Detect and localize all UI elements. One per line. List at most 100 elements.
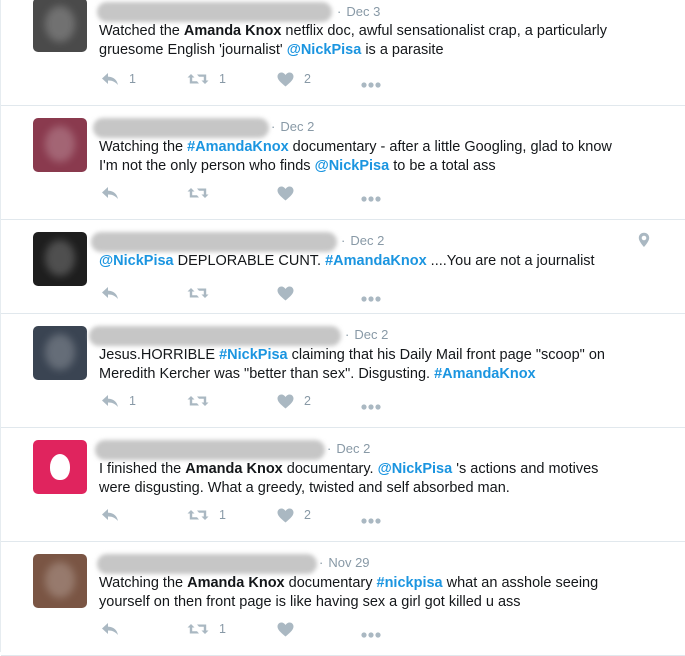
- more-button[interactable]: [361, 398, 381, 416]
- heart-icon: [277, 286, 294, 301]
- like-button[interactable]: [277, 184, 294, 202]
- tweet-text-segment: documentary - after a little Googling, g…: [288, 139, 612, 155]
- heart-icon: [277, 72, 294, 87]
- avatar[interactable]: [33, 440, 87, 494]
- date-text: Nov 29: [328, 555, 370, 570]
- author-name-redacted: [97, 554, 317, 574]
- replies-count: 1: [129, 394, 136, 408]
- tweet-text-segment: to be a total ass: [389, 158, 496, 174]
- tweet-text: Watching the Amanda Knox documentary #ni…: [99, 574, 659, 612]
- retweet-icon: [187, 508, 209, 522]
- more-button[interactable]: [361, 626, 381, 644]
- tweet-timestamp[interactable]: · Dec 3: [337, 4, 380, 19]
- tweet-actions: 1 1 2: [99, 70, 429, 88]
- tweet-link[interactable]: #AmandaKnox: [325, 253, 427, 269]
- author-name-redacted: [91, 232, 337, 252]
- author-name-redacted: [95, 440, 325, 460]
- tweet[interactable]: · Dec 2 Watching the #AmandaKnox documenta…: [1, 106, 685, 220]
- tweet[interactable]: · Dec 2 Jesus.HORRIBLE #NickPisa claiming …: [1, 314, 685, 428]
- reply-icon: [101, 72, 119, 86]
- more-button[interactable]: [361, 76, 381, 94]
- tweet-timestamp[interactable]: · Dec 2: [271, 119, 314, 134]
- reply-icon: [101, 394, 119, 408]
- retweet-button[interactable]: [187, 392, 209, 410]
- author-name-redacted: [93, 118, 269, 138]
- reply-icon: [101, 186, 119, 200]
- tweet-link[interactable]: @NickPisa: [378, 461, 453, 477]
- author-name-redacted: [89, 326, 341, 346]
- tweet-timestamp[interactable]: · Nov 29: [319, 555, 370, 570]
- date-text: Dec 3: [346, 4, 381, 19]
- retweet-button[interactable]: [187, 284, 209, 302]
- retweet-button[interactable]: [187, 184, 209, 202]
- tweet-text-segment: claiming that his Daily Mail front page …: [287, 347, 605, 363]
- more-button[interactable]: [361, 290, 381, 308]
- date-text: Dec 2: [354, 327, 389, 342]
- avatar[interactable]: [33, 118, 87, 172]
- avatar[interactable]: [33, 554, 87, 608]
- tweet-link[interactable]: #AmandaKnox: [434, 366, 536, 382]
- tweet-text-segment: were disgusting. What a greedy, twisted …: [99, 480, 510, 496]
- tweet-text-segment: ....You are not a journalist: [426, 253, 595, 269]
- retweet-icon: [187, 186, 209, 200]
- tweet-text: Watched the Amanda Knox netflix doc, awf…: [99, 22, 659, 60]
- tweet-timestamp[interactable]: · Dec 2: [341, 233, 384, 248]
- like-button[interactable]: [277, 284, 294, 302]
- retweet-icon: [187, 286, 209, 300]
- more-button[interactable]: [361, 190, 381, 208]
- tweet-timestamp[interactable]: · Dec 2: [327, 441, 370, 456]
- tweet-link[interactable]: #NickPisa: [219, 347, 288, 363]
- tweet-text: I finished the Amanda Knox documentary. …: [99, 460, 659, 498]
- heart-icon: [277, 622, 294, 637]
- location-pin-icon[interactable]: [638, 232, 650, 253]
- like-button[interactable]: [277, 620, 294, 638]
- reply-button[interactable]: [101, 184, 119, 202]
- tweet-text-segment: Watching the: [99, 575, 188, 591]
- tweet-timestamp[interactable]: · Dec 2: [345, 327, 388, 342]
- author-name-redacted: [97, 2, 332, 22]
- tweet-actions: 12: [99, 506, 429, 524]
- more-icon: [361, 404, 381, 410]
- tweet-text-segment: DEPLORABLE CUNT.: [173, 253, 326, 269]
- tweet-link[interactable]: @NickPisa: [287, 42, 362, 58]
- reply-button[interactable]: [101, 620, 119, 638]
- tweet-link[interactable]: #AmandaKnox: [187, 139, 289, 155]
- tweet[interactable]: · Dec 2 @NickPisa DEPLORABLE CUNT. #Amanda…: [1, 220, 685, 314]
- tweet-text-segment: netflix doc, awful sensationalist crap, …: [281, 23, 608, 39]
- reply-button[interactable]: [101, 284, 119, 302]
- tweet-text-segment: is a parasite: [361, 42, 444, 58]
- retweet-button[interactable]: 1: [187, 506, 226, 524]
- tweet-actions: [99, 284, 429, 302]
- retweet-icon: [187, 622, 209, 636]
- reply-button[interactable]: 1: [101, 70, 136, 88]
- tweet[interactable]: · Dec 2 I finished the Amanda Knox documen…: [1, 428, 685, 542]
- tweet-keyword: Amanda Knox: [185, 461, 283, 477]
- like-button[interactable]: 2: [277, 70, 311, 88]
- retweet-button[interactable]: 1: [187, 620, 226, 638]
- tweet-text-segment: Watched the: [99, 23, 184, 39]
- heart-icon: [277, 394, 294, 409]
- avatar[interactable]: [33, 0, 87, 52]
- tweet-link[interactable]: #nickpisa: [377, 575, 443, 591]
- reply-button[interactable]: [101, 506, 119, 524]
- more-icon: [361, 632, 381, 638]
- reply-icon: [101, 508, 119, 522]
- tweet-text-segment: Meredith Kercher was "better than sex". …: [99, 366, 435, 382]
- date-text: Dec 2: [280, 119, 315, 134]
- tweet[interactable]: · Nov 29 Watching the Amanda Knox document…: [1, 542, 685, 656]
- avatar[interactable]: [33, 326, 87, 380]
- tweet[interactable]: · Dec 3 Watched the Amanda Knox netflix do…: [1, 0, 685, 106]
- avatar[interactable]: [33, 232, 87, 286]
- tweet-actions: 1: [99, 620, 429, 638]
- tweet-link[interactable]: @NickPisa: [99, 253, 174, 269]
- tweet-text-segment: what an asshole seeing: [442, 575, 599, 591]
- like-button[interactable]: 2: [277, 506, 311, 524]
- tweet-text-segment: Watching the: [99, 139, 188, 155]
- reply-icon: [101, 286, 119, 300]
- more-button[interactable]: [361, 512, 381, 530]
- like-button[interactable]: 2: [277, 392, 311, 410]
- tweet-actions: 12: [99, 392, 429, 410]
- tweet-link[interactable]: @NickPisa: [315, 158, 390, 174]
- retweet-button[interactable]: 1: [187, 70, 226, 88]
- reply-button[interactable]: 1: [101, 392, 136, 410]
